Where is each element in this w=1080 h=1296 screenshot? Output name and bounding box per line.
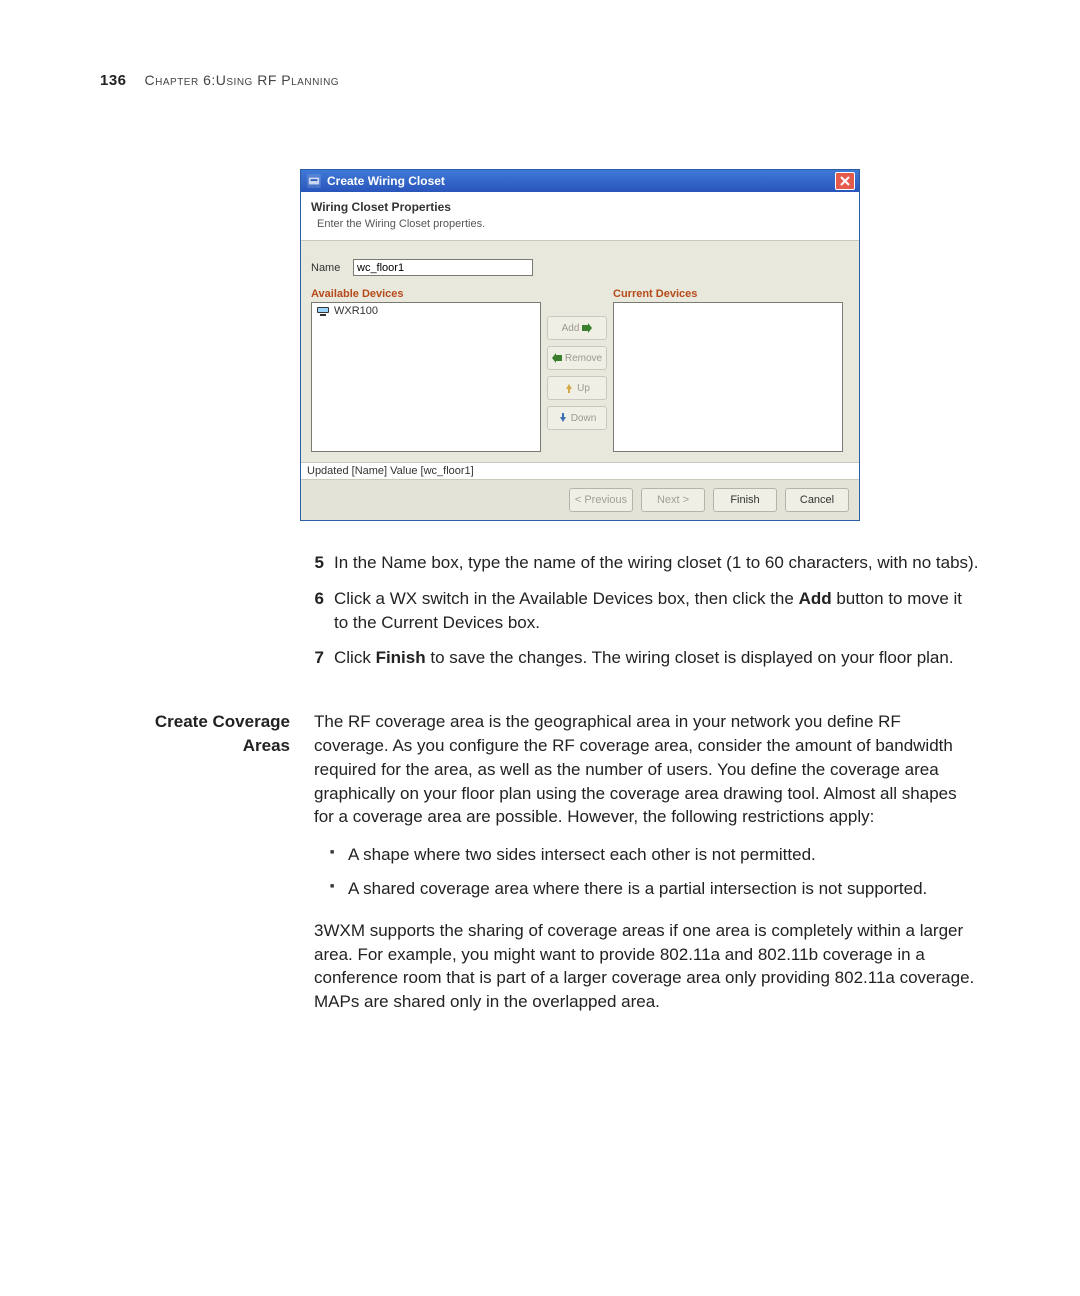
cancel-button[interactable]: Cancel	[785, 488, 849, 512]
page-header: 136 Chapter 6: Using RF Planning	[100, 72, 980, 89]
dialog-subheading: Enter the Wiring Closet properties.	[317, 218, 849, 230]
current-devices-list[interactable]	[613, 302, 843, 452]
arrow-up-icon	[564, 383, 574, 393]
restriction-bullets: A shape where two sides intersect each o…	[330, 843, 980, 901]
previous-button[interactable]: < Previous	[569, 488, 633, 512]
current-devices-label: Current Devices	[613, 288, 843, 300]
step-text: Click a WX switch in the Available Devic…	[334, 587, 980, 635]
down-button[interactable]: Down	[547, 406, 607, 430]
chapter-prefix: Chapter 6:	[145, 72, 216, 88]
section-paragraph: The RF coverage area is the geographical…	[314, 710, 980, 829]
list-item-label: WXR100	[334, 305, 378, 317]
remove-button[interactable]: Remove	[547, 346, 607, 370]
device-icon	[316, 305, 330, 317]
name-field[interactable]	[353, 259, 533, 276]
dialog-create-wiring-closet: Create Wiring Closet Wiring Closet Prope…	[300, 169, 860, 521]
arrow-right-icon	[582, 323, 592, 333]
status-bar: Updated [Name] Value [wc_floor1]	[301, 462, 859, 480]
bullet-item: A shape where two sides intersect each o…	[330, 843, 980, 867]
name-label: Name	[311, 262, 353, 274]
dialog-footer: < Previous Next > Finish Cancel	[301, 480, 859, 520]
app-icon	[307, 174, 321, 188]
step-number: 5	[300, 551, 324, 575]
arrow-down-icon	[558, 413, 568, 423]
section-paragraph: 3WXM supports the sharing of coverage ar…	[314, 919, 980, 1014]
dialog-titlebar: Create Wiring Closet	[301, 170, 859, 192]
step-text: Click Finish to save the changes. The wi…	[334, 646, 980, 670]
finish-button[interactable]: Finish	[713, 488, 777, 512]
add-button[interactable]: Add	[547, 316, 607, 340]
section-heading: Create Coverage Areas	[100, 710, 314, 1028]
available-devices-label: Available Devices	[311, 288, 541, 300]
next-button[interactable]: Next >	[641, 488, 705, 512]
arrow-left-icon	[552, 353, 562, 363]
list-item[interactable]: WXR100	[312, 303, 540, 319]
dialog-header-panel: Wiring Closet Properties Enter the Wirin…	[301, 192, 859, 241]
dialog-title: Create Wiring Closet	[327, 174, 445, 188]
step-text: In the Name box, type the name of the wi…	[334, 551, 980, 575]
available-devices-list[interactable]: WXR100	[311, 302, 541, 452]
up-button[interactable]: Up	[547, 376, 607, 400]
instruction-steps: 5 In the Name box, type the name of the …	[300, 551, 980, 670]
section-create-coverage-areas: Create Coverage Areas The RF coverage ar…	[100, 710, 980, 1028]
bullet-item: A shared coverage area where there is a …	[330, 877, 980, 901]
step-number: 6	[300, 587, 324, 635]
step-number: 7	[300, 646, 324, 670]
close-icon[interactable]	[835, 172, 855, 190]
page-number: 136	[100, 72, 127, 89]
chapter-title: Using RF Planning	[216, 72, 339, 88]
dialog-heading: Wiring Closet Properties	[311, 200, 849, 214]
